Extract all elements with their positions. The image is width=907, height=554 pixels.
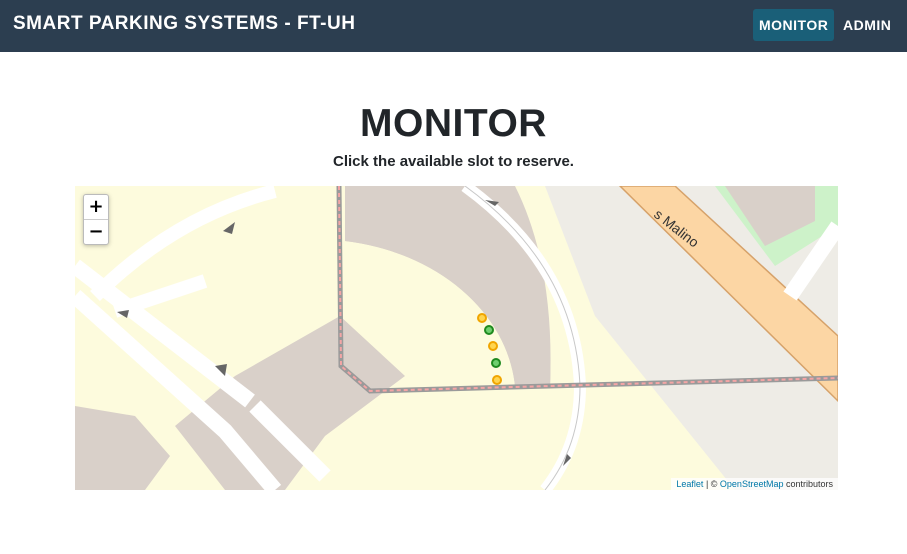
map-road (90, 186, 277, 301)
map-tiles[interactable]: s Malino (75, 186, 838, 490)
attribution-separator: | © (703, 479, 720, 489)
nav-link-monitor[interactable]: MONITOR (753, 9, 835, 41)
parking-slot-4[interactable] (491, 358, 501, 368)
parking-slot-1[interactable] (477, 313, 487, 323)
parking-slot-2[interactable] (484, 325, 494, 335)
attribution-suffix: contributors (783, 479, 833, 489)
parking-slot-3[interactable] (488, 341, 498, 351)
nav-link-admin[interactable]: ADMIN (837, 9, 897, 41)
map-building (75, 406, 170, 490)
zoom-in-button[interactable]: + (84, 195, 108, 219)
zoom-control: + − (83, 194, 109, 245)
page-title: MONITOR (360, 102, 547, 145)
map-oneway-arrow (223, 222, 235, 234)
page-subtitle: Click the available slot to reserve. (333, 153, 574, 170)
map-road (112, 274, 208, 318)
map-building (175, 316, 405, 490)
openstreetmap-link[interactable]: OpenStreetMap (720, 479, 784, 489)
navbar: SMART PARKING SYSTEMS - FT-UH MONITOR AD… (0, 0, 907, 52)
zoom-out-button[interactable]: − (84, 219, 108, 244)
parking-map[interactable]: s Malino + − Leaflet | © OpenStreetMap c… (75, 186, 838, 490)
map-attribution: Leaflet | © OpenStreetMap contributors (671, 478, 838, 490)
leaflet-link[interactable]: Leaflet (676, 479, 703, 489)
brand-title[interactable]: SMART PARKING SYSTEMS - FT-UH (13, 13, 355, 35)
parking-slot-5[interactable] (492, 375, 502, 385)
